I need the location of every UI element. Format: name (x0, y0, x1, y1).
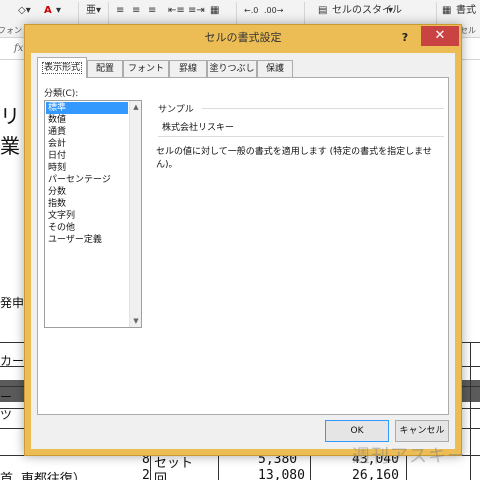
cells-group-label: セル (460, 26, 476, 35)
decrease-decimal-icon[interactable]: .00→ (264, 4, 283, 18)
format-description: セルの値に対して一般の書式を適用します (特定の書式を指定しません)。 (156, 147, 432, 170)
category-label: 分類(C): (44, 89, 79, 99)
category-item-percentage[interactable]: パーセンテージ (46, 174, 128, 186)
cell-total[interactable]: 26,160 (352, 468, 399, 480)
cell-styles-dropdown-icon[interactable]: ▾ (388, 4, 393, 18)
category-item-general[interactable]: 標準 (46, 102, 128, 114)
category-item-fraction[interactable]: 分数 (46, 186, 128, 198)
category-list[interactable]: 標準 数値 通貨 会計 日付 時刻 パーセンテージ 分数 指数 文字列 その他 … (44, 100, 142, 328)
category-scrollbar[interactable]: ▲ ▼ (129, 101, 141, 327)
category-item-accounting[interactable]: 会計 (46, 138, 128, 150)
wrap-text-icon[interactable]: ▦ (210, 4, 219, 18)
tab-number-format[interactable]: 表示形式 (37, 57, 87, 78)
sample-value: 株式会社リスキー (162, 123, 235, 133)
scroll-up-icon[interactable]: ▲ (130, 101, 142, 113)
cell-price[interactable]: 13,080 (258, 468, 305, 480)
cell-styles-icon[interactable]: ▤ (318, 4, 327, 18)
tab-font[interactable]: フォント (123, 60, 169, 77)
watermark-logo: 週刊アスキー (352, 446, 466, 467)
format-button[interactable]: 書式 (456, 4, 476, 18)
category-item-scientific[interactable]: 指数 (46, 198, 128, 210)
format-icon[interactable]: ▦ (442, 4, 451, 18)
number-format-panel: 分類(C): 標準 数値 通貨 会計 日付 時刻 パーセンテージ 分数 指数 文… (37, 77, 449, 415)
tab-fill[interactable]: 塗りつぶし (207, 60, 257, 77)
sample-group-line (202, 108, 444, 109)
format-cells-dialog: セルの書式設定 ? ✕ 表示形式 配置 フォント 罫線 塗りつぶし 保護 分類(… (24, 24, 462, 456)
fill-color-icon[interactable]: ◇▾ (18, 4, 31, 18)
cell-name[interactable]: 首 東都往復） (0, 468, 86, 480)
phonetic-icon[interactable]: 亜▾ (86, 4, 101, 18)
align-middle-icon[interactable]: ≡ (132, 4, 140, 18)
sheet-text-fragment: ー (0, 390, 13, 404)
tab-alignment[interactable]: 配置 (87, 60, 123, 77)
scroll-down-icon[interactable]: ▼ (130, 315, 142, 327)
category-item-special[interactable]: その他 (46, 222, 128, 234)
dialog-body: 表示形式 配置 フォント 罫線 塗りつぶし 保護 分類(C): 標準 数値 通貨… (31, 53, 455, 449)
category-item-currency[interactable]: 通貨 (46, 126, 128, 138)
align-top-icon[interactable]: ≡ (116, 4, 124, 18)
category-item-date[interactable]: 日付 (46, 150, 128, 162)
font-color-dropdown-icon[interactable]: ▾ (56, 4, 61, 18)
tab-protection[interactable]: 保護 (257, 60, 293, 77)
align-bottom-icon[interactable]: ≡ (148, 4, 156, 18)
ok-button[interactable]: OK (325, 420, 389, 442)
increase-decimal-icon[interactable]: ←.0 (244, 4, 258, 18)
font-color-button[interactable]: A (44, 4, 52, 18)
cancel-button[interactable]: キャンセル (395, 420, 449, 442)
sheet-text-fragment: 業 (0, 134, 20, 158)
help-button[interactable]: ? (395, 28, 415, 48)
category-item-text[interactable]: 文字列 (46, 210, 128, 222)
tab-border[interactable]: 罫線 (169, 60, 207, 77)
category-item-time[interactable]: 時刻 (46, 162, 128, 174)
indent-icon[interactable]: ⇤≡ (168, 4, 185, 18)
cell-unit[interactable]: 回 (154, 468, 167, 480)
sample-group-bottom (158, 136, 444, 137)
sheet-text-fragment: リ (0, 104, 20, 128)
sample-label: サンプル (158, 102, 196, 115)
outdent-icon[interactable]: ≡⇥ (188, 4, 205, 18)
cell-qty[interactable]: 2 (142, 468, 150, 480)
fx-icon[interactable]: fx (14, 43, 23, 54)
close-button[interactable]: ✕ (421, 26, 459, 46)
category-item-custom[interactable]: ユーザー定義 (46, 234, 128, 246)
category-item-number[interactable]: 数値 (46, 114, 128, 126)
